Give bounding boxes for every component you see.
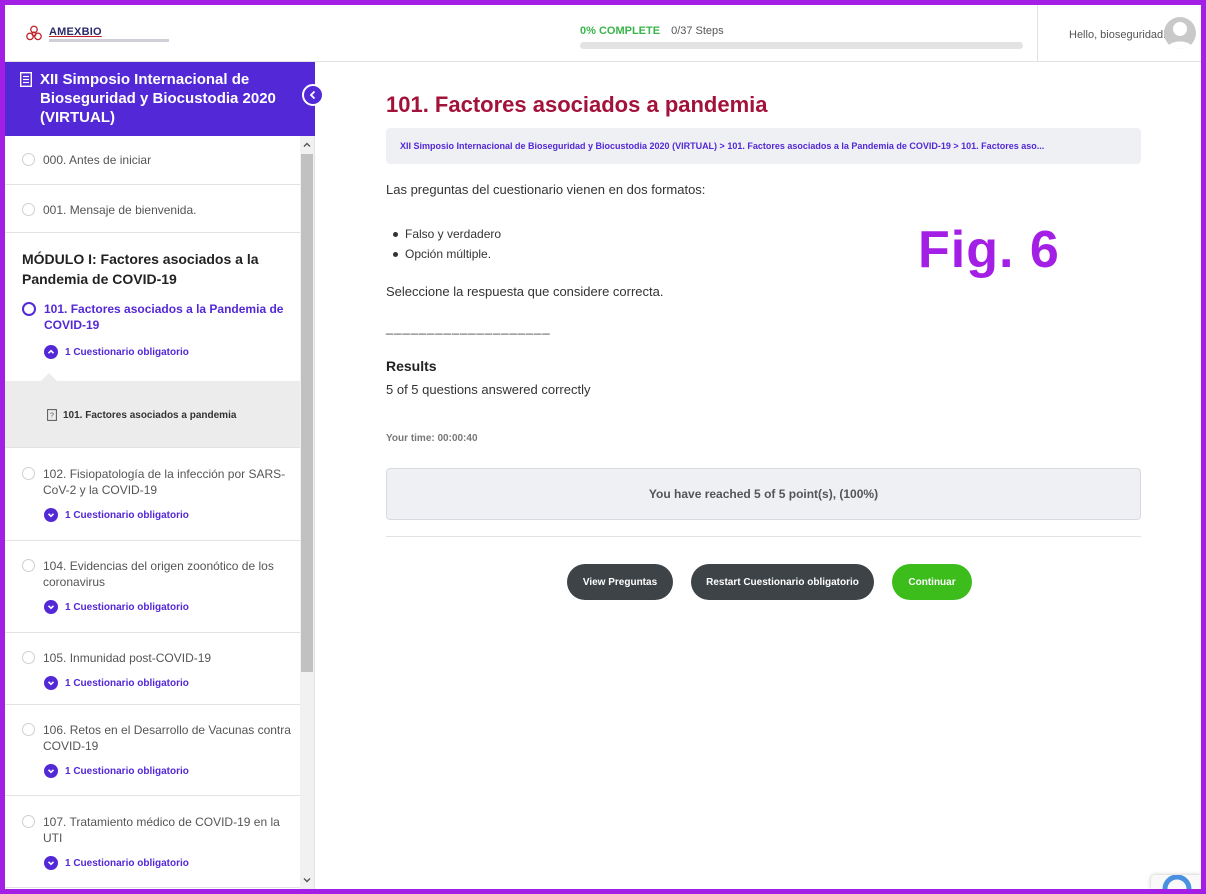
quiz-toggle[interactable]: 1 Cuestionario obligatorio [44, 676, 300, 690]
quiz-title: 101. Factores asociados a pandemia [63, 409, 237, 421]
course-sidebar: XII Simposio Internacional de Biosegurid… [5, 62, 324, 889]
sidebar-item-107[interactable]: 107. Tratamiento médico de COVID-19 en l… [5, 796, 300, 888]
scroll-down-icon[interactable] [303, 876, 311, 884]
main-content: 101. Factores asociados a pandemia XII S… [315, 62, 1201, 889]
quiz-icon: ? [47, 409, 57, 421]
quiz-label: 1 Cuestionario obligatorio [65, 346, 189, 358]
sidebar-item-101[interactable]: 101. Factores asociados a la Pandemia de… [5, 301, 300, 377]
sidebar-item-antes[interactable]: 000. Antes de iniciar [5, 136, 300, 185]
active-quiz-item[interactable]: ? 101. Factores asociados a pandemia [5, 373, 300, 448]
module-title: MÓDULO I: Factores asociados a la Pandem… [22, 251, 259, 287]
results-summary: 5 of 5 questions answered correctly [386, 382, 591, 397]
lesson-title: 107. Tratamiento médico de COVID-19 en l… [43, 815, 280, 845]
user-avatar-icon [1167, 22, 1193, 49]
quiz-toggle[interactable]: 1 Cuestionario obligatorio [44, 508, 300, 522]
list-item: Falso y verdadero [393, 224, 501, 244]
chevron-up-icon [44, 345, 58, 359]
top-bar: AMEXBIO 0% COMPLETE 0/37 Steps Hello, bi… [5, 5, 1201, 62]
lesson-title: 106. Retos en el Desarrollo de Vacunas c… [43, 723, 291, 753]
chevron-down-icon [44, 676, 58, 690]
biohazard-icon [26, 25, 42, 41]
chevron-left-icon [309, 90, 316, 100]
lesson-title: 102. Fisiopatología de la infección por … [43, 467, 286, 497]
lesson-status-icon [22, 153, 35, 166]
avatar[interactable] [1164, 17, 1196, 49]
chevron-down-icon [44, 764, 58, 778]
scroll-up-icon[interactable] [303, 141, 311, 149]
quiz-toggle[interactable]: 1 Cuestionario obligatorio [44, 345, 300, 359]
brand-logo[interactable]: AMEXBIO [25, 25, 169, 43]
sidebar-item-bienvenida[interactable]: 001. Mensaje de bienvenida. [5, 185, 300, 233]
lesson-status-icon [22, 302, 36, 316]
figure-label: Fig. 6 [918, 221, 1060, 279]
chevron-down-icon [44, 508, 58, 522]
course-progress: 0% COMPLETE 0/37 Steps [580, 25, 1023, 49]
lesson-status-icon [22, 723, 35, 736]
view-questions-button[interactable]: View Preguntas [567, 564, 673, 600]
scrollbar-thumb[interactable] [301, 154, 313, 672]
lesson-status-icon [22, 815, 35, 828]
recaptcha-icon [1162, 875, 1192, 889]
divider [386, 536, 1141, 537]
quiz-label: 1 Cuestionario obligatorio [65, 677, 189, 689]
course-header: XII Simposio Internacional de Biosegurid… [5, 62, 315, 136]
quiz-intro: Las preguntas del cuestionario vienen en… [386, 182, 706, 197]
app-window: AMEXBIO 0% COMPLETE 0/37 Steps Hello, bi… [5, 5, 1201, 889]
quiz-toggle[interactable]: 1 Cuestionario obligatorio [44, 764, 300, 778]
quiz-time: Your time: 00:00:40 [386, 433, 478, 444]
user-greeting[interactable]: Hello, bioseguridad! [1069, 29, 1166, 41]
quiz-notch [41, 373, 57, 381]
lesson-title: 104. Evidencias del origen zoonótico de … [43, 559, 274, 589]
course-title[interactable]: XII Simposio Internacional de Biosegurid… [40, 70, 285, 127]
quiz-label: 1 Cuestionario obligatorio [65, 509, 189, 521]
quiz-label: 1 Cuestionario obligatorio [65, 601, 189, 613]
lesson-title: 101. Factores asociados a la Pandemia de… [44, 302, 284, 332]
sidebar-item-105[interactable]: 105. Inmunidad post-COVID-19 1 Cuestiona… [5, 633, 300, 705]
svg-text:?: ? [50, 413, 54, 420]
progress-steps: 0/37 Steps [671, 25, 724, 37]
quiz-label: 1 Cuestionario obligatorio [65, 765, 189, 777]
sidebar-scrollbar[interactable] [300, 136, 314, 889]
quiz-label: 1 Cuestionario obligatorio [65, 857, 189, 869]
brand-name: AMEXBIO [49, 25, 102, 38]
lesson-status-icon [22, 651, 35, 664]
results-heading: Results [386, 358, 437, 374]
lesson-status-icon [22, 467, 35, 480]
document-icon [20, 72, 32, 87]
chevron-down-icon [44, 600, 58, 614]
chevron-down-icon [44, 856, 58, 870]
quiz-toggle[interactable]: 1 Cuestionario obligatorio [44, 600, 300, 614]
list-item: Opción múltiple. [393, 244, 501, 264]
sidebar-item-104[interactable]: 104. Evidencias del origen zoonótico de … [5, 541, 300, 633]
continue-button[interactable]: Continuar [892, 564, 972, 600]
lesson-status-icon [22, 203, 35, 216]
sidebar-item-102[interactable]: 102. Fisiopatología de la infección por … [5, 449, 300, 541]
lesson-title: 001. Mensaje de bienvenida. [43, 203, 197, 217]
progress-bar [580, 42, 1023, 49]
quiz-instruction: Seleccione la respuesta que considere co… [386, 284, 664, 299]
breadcrumb[interactable]: XII Simposio Internacional de Biosegurid… [386, 128, 1141, 164]
score-text: You have reached 5 of 5 point(s), (100%) [648, 487, 879, 501]
topbar-divider [1037, 5, 1038, 62]
sidebar-item-106[interactable]: 106. Retos en el Desarrollo de Vacunas c… [5, 705, 300, 796]
recaptcha-badge[interactable] [1151, 875, 1201, 889]
page-title: 101. Factores asociados a pandemia [386, 92, 768, 117]
progress-percent: 0% COMPLETE [580, 25, 661, 37]
separator-line: ____________________ [386, 320, 551, 335]
format-list: Falso y verdadero Opción múltiple. [393, 224, 501, 264]
sidebar-collapse-button[interactable] [302, 84, 324, 106]
lesson-list: 000. Antes de iniciar 001. Mensaje de bi… [5, 136, 300, 889]
quiz-toggle[interactable]: 1 Cuestionario obligatorio [44, 856, 300, 870]
lesson-status-icon [22, 559, 35, 572]
lesson-title: 000. Antes de iniciar [43, 153, 152, 167]
brand-subtitle [49, 38, 169, 42]
restart-quiz-button[interactable]: Restart Cuestionario obligatorio [691, 564, 874, 600]
lesson-title: 105. Inmunidad post-COVID-19 [43, 651, 212, 665]
score-box: You have reached 5 of 5 point(s), (100%) [386, 468, 1141, 520]
